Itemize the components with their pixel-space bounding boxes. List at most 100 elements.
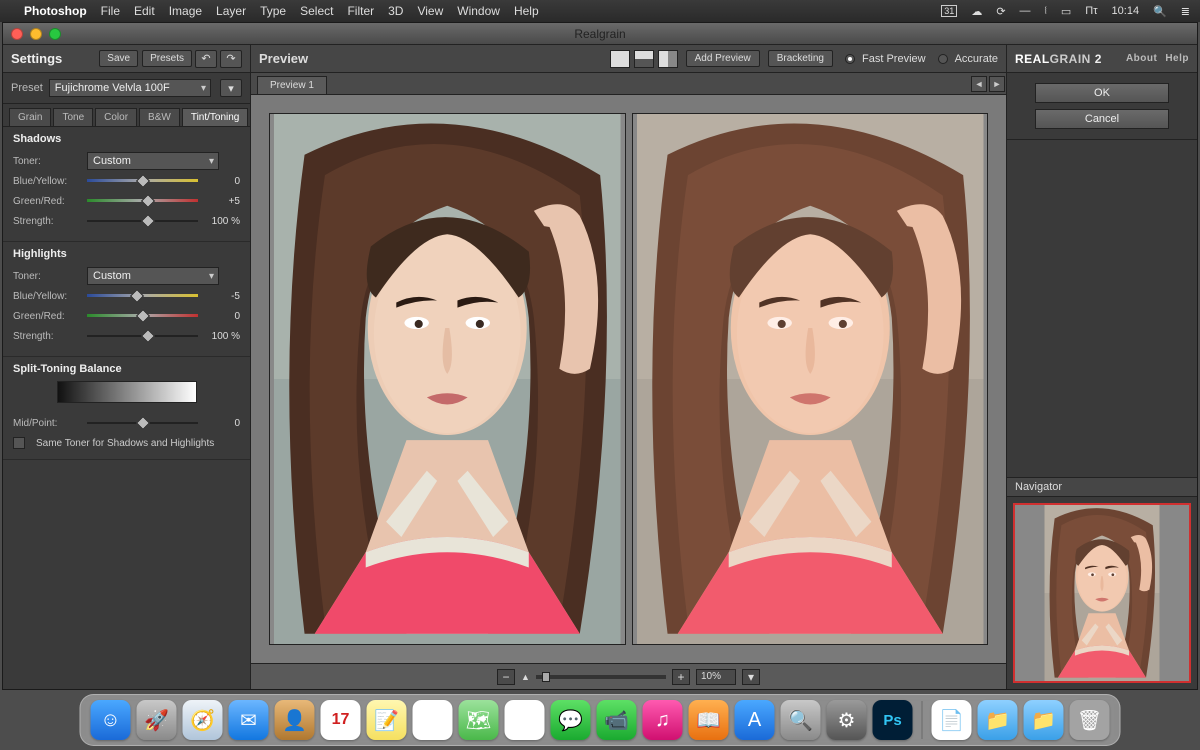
zoom-out-button[interactable]: − — [497, 669, 515, 685]
preset-menu-icon[interactable]: ▾ — [220, 79, 242, 97]
battery-menuextra-icon[interactable]: ▭ — [1061, 5, 1071, 18]
dock-appstore-icon[interactable]: A — [735, 700, 775, 740]
dock-folder1-icon[interactable]: 📁 — [978, 700, 1018, 740]
zoom-value[interactable]: 10% — [696, 669, 736, 685]
dock-itunes-icon[interactable]: ♫ — [643, 700, 683, 740]
next-tab-icon[interactable]: ► — [989, 76, 1005, 92]
highlights-by-slider[interactable] — [87, 289, 198, 303]
add-preview-button[interactable]: Add Preview — [686, 50, 760, 67]
highlights-toner-label: Toner: — [13, 271, 81, 282]
prev-tab-icon[interactable]: ◄ — [971, 76, 987, 92]
menu-3d[interactable]: 3D — [388, 4, 403, 18]
dock-launchpad-icon[interactable]: 🚀 — [137, 700, 177, 740]
undo-icon[interactable]: ↶ — [195, 50, 217, 68]
same-toner-checkbox[interactable] — [13, 437, 25, 449]
dock-calendar-icon[interactable]: 17 — [321, 700, 361, 740]
minimize-window-button[interactable] — [30, 28, 42, 40]
preset-dropdown[interactable]: Fujichrome Velvla 100F — [49, 79, 211, 97]
dock-contacts-icon[interactable]: 👤 — [275, 700, 315, 740]
clock-time[interactable]: 10:14 — [1112, 5, 1140, 17]
dock-photos-icon[interactable]: ✿ — [505, 700, 545, 740]
split-mid-value: 0 — [204, 418, 240, 429]
shadows-by-slider[interactable] — [87, 174, 198, 188]
zoom-bar: − ▲ + 10% ▾ — [251, 663, 1006, 689]
preview-canvas[interactable] — [251, 95, 1006, 663]
zoom-window-button[interactable] — [49, 28, 61, 40]
zoom-in-button[interactable]: + — [672, 669, 690, 685]
clock-day[interactable]: Πτ — [1085, 5, 1097, 17]
highlights-section: Highlights Toner: Custom Blue/Yellow: -5… — [3, 242, 250, 357]
calendar-menuextra-icon[interactable]: 31 — [941, 5, 957, 17]
wifi-menuextra-icon[interactable]: ⧙ — [1045, 5, 1047, 18]
close-window-button[interactable] — [11, 28, 23, 40]
view-leftright-button[interactable] — [658, 50, 678, 68]
menu-file[interactable]: File — [101, 4, 120, 18]
menu-edit[interactable]: Edit — [134, 4, 155, 18]
menu-window[interactable]: Window — [457, 4, 500, 18]
highlights-toner-dropdown[interactable]: Custom — [87, 267, 219, 285]
dock-facetime-icon[interactable]: 📹 — [597, 700, 637, 740]
highlights-str-slider[interactable] — [87, 329, 198, 343]
dock-downloads-icon[interactable]: 📄 — [932, 700, 972, 740]
shadows-toner-dropdown[interactable]: Custom — [87, 152, 219, 170]
about-link[interactable]: About — [1126, 53, 1157, 64]
bracketing-button[interactable]: Bracketing — [768, 50, 833, 67]
dock-safari-icon[interactable]: 🧭 — [183, 700, 223, 740]
dock-photoshop-icon[interactable]: Ps — [873, 700, 913, 740]
fast-preview-label: Fast Preview — [862, 53, 926, 65]
dock-sysprefs-icon[interactable]: ⚙ — [827, 700, 867, 740]
view-single-button[interactable] — [610, 50, 630, 68]
fast-preview-radio[interactable] — [845, 54, 855, 64]
tab-color[interactable]: Color — [95, 108, 137, 126]
app-name[interactable]: Photoshop — [24, 4, 87, 18]
tab-grain[interactable]: Grain — [9, 108, 51, 126]
dock-notes-icon[interactable]: 📝 — [367, 700, 407, 740]
save-button[interactable]: Save — [99, 50, 138, 67]
sync-menuextra-icon[interactable]: ⟳ — [996, 5, 1005, 18]
dock-finder-icon[interactable]: ☺ — [91, 700, 131, 740]
dock-ibooks-icon[interactable]: 📖 — [689, 700, 729, 740]
dock-preview-icon[interactable]: 🔍 — [781, 700, 821, 740]
accurate-radio[interactable] — [938, 54, 948, 64]
zoom-slider[interactable] — [536, 675, 666, 679]
highlights-gr-slider[interactable] — [87, 309, 198, 323]
dock-trash-icon[interactable]: 🗑 — [1070, 700, 1110, 740]
preview-after-image — [632, 113, 989, 645]
dock-reminders-icon[interactable]: ☑ — [413, 700, 453, 740]
cancel-button[interactable]: Cancel — [1035, 109, 1169, 129]
menu-select[interactable]: Select — [300, 4, 333, 18]
notification-center-icon[interactable]: ≣ — [1181, 5, 1190, 18]
navigator-title: Navigator — [1007, 477, 1197, 497]
presets-button[interactable]: Presets — [142, 50, 192, 67]
brand-label: REALGRAIN 2 — [1015, 52, 1118, 66]
view-topbottom-button[interactable] — [634, 50, 654, 68]
shadows-str-slider[interactable] — [87, 214, 198, 228]
zoom-menu-icon[interactable]: ▾ — [742, 669, 760, 685]
dock-maps-icon[interactable]: 🗺 — [459, 700, 499, 740]
shadows-gr-slider[interactable] — [87, 194, 198, 208]
ok-button[interactable]: OK — [1035, 83, 1169, 103]
highlights-by-value: -5 — [204, 291, 240, 302]
titlebar: Realgrain — [3, 23, 1197, 45]
menu-help[interactable]: Help — [514, 4, 539, 18]
tab-tint-toning[interactable]: Tint/Toning — [182, 108, 249, 126]
cloud-menuextra-icon[interactable]: ☁ — [971, 5, 982, 18]
menu-filter[interactable]: Filter — [347, 4, 374, 18]
dock-messages-icon[interactable]: 💬 — [551, 700, 591, 740]
help-link[interactable]: Help — [1165, 53, 1189, 64]
shadows-gr-value: +5 — [204, 196, 240, 207]
spotlight-icon[interactable]: 🔍 — [1153, 5, 1167, 18]
split-mid-slider[interactable] — [87, 416, 198, 430]
navigator-thumbnail[interactable] — [1013, 503, 1191, 683]
menu-layer[interactable]: Layer — [216, 4, 246, 18]
tab-bw[interactable]: B&W — [139, 108, 180, 126]
dock-folder2-icon[interactable]: 📁 — [1024, 700, 1064, 740]
dock-mail-icon[interactable]: ✉ — [229, 700, 269, 740]
preview-tab-1[interactable]: Preview 1 — [257, 76, 327, 94]
tab-tone[interactable]: Tone — [53, 108, 93, 126]
menu-image[interactable]: Image — [169, 4, 202, 18]
menu-view[interactable]: View — [417, 4, 443, 18]
redo-icon[interactable]: ↷ — [220, 50, 242, 68]
dash-menuextra-icon[interactable]: — — [1020, 5, 1031, 17]
menu-type[interactable]: Type — [260, 4, 286, 18]
